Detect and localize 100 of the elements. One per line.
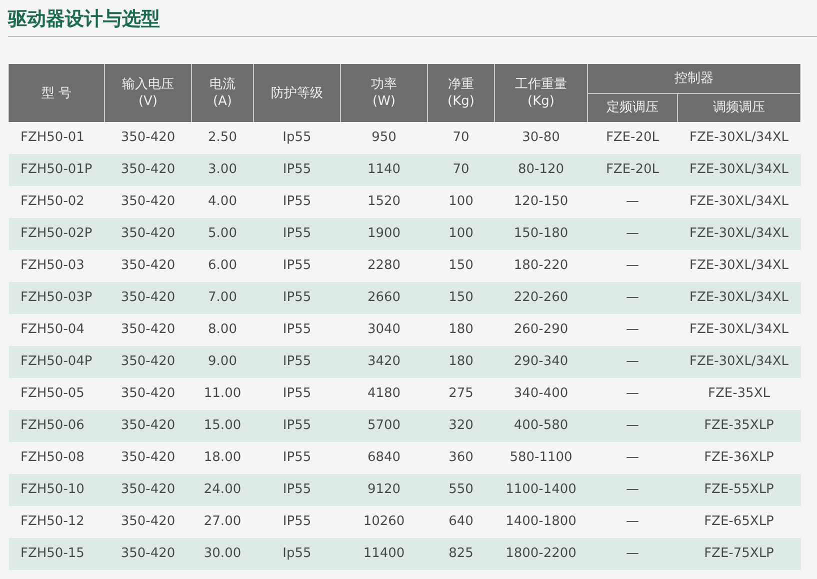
table-cell: — bbox=[588, 282, 678, 314]
table-cell: 150 bbox=[428, 282, 494, 314]
table-cell: FZE-75XLP bbox=[678, 538, 800, 570]
table-cell: 350-420 bbox=[104, 218, 192, 250]
table-cell: — bbox=[588, 250, 678, 282]
table-cell: — bbox=[588, 186, 678, 218]
table-cell: 8.00 bbox=[192, 314, 254, 346]
table-cell: FZH50-05 bbox=[8, 378, 104, 410]
table-cell: FZH50-01P bbox=[8, 154, 104, 186]
table-cell: FZH50-15 bbox=[8, 538, 104, 570]
table-cell: 18.00 bbox=[192, 442, 254, 474]
table-cell: 30-80 bbox=[494, 122, 588, 154]
table-cell: — bbox=[588, 378, 678, 410]
table-cell: 2280 bbox=[340, 250, 428, 282]
table-cell: IP55 bbox=[254, 250, 340, 282]
table-cell: 24.00 bbox=[192, 474, 254, 506]
table-cell: IP55 bbox=[254, 218, 340, 250]
table-cell: 180 bbox=[428, 314, 494, 346]
table-cell: 30.00 bbox=[192, 538, 254, 570]
table-cell: 350-420 bbox=[104, 186, 192, 218]
table-cell: FZE-30XL/34XL bbox=[678, 250, 800, 282]
header-cell: 功率 (W) bbox=[340, 64, 428, 122]
table-cell: — bbox=[588, 506, 678, 538]
page-title: 驱动器设计与选型 bbox=[8, 8, 160, 30]
table-cell: 70 bbox=[428, 122, 494, 154]
header-cell: 电流 (A) bbox=[192, 64, 254, 122]
table-cell: IP55 bbox=[254, 442, 340, 474]
table-cell: 150-180 bbox=[494, 218, 588, 250]
table-cell: 6.00 bbox=[192, 250, 254, 282]
header-cell: 净重 (Kg) bbox=[428, 64, 494, 122]
table-cell: FZH50-01 bbox=[8, 122, 104, 154]
table-cell: 825 bbox=[428, 538, 494, 570]
table-cell: 350-420 bbox=[104, 474, 192, 506]
table-cell: 275 bbox=[428, 378, 494, 410]
table-cell: 150 bbox=[428, 250, 494, 282]
table-cell: 260-290 bbox=[494, 314, 588, 346]
table-cell: 350-420 bbox=[104, 282, 192, 314]
table-cell: IP55 bbox=[254, 282, 340, 314]
table-cell: FZE-65XLP bbox=[678, 506, 800, 538]
table-cell: 5700 bbox=[340, 410, 428, 442]
table-cell: — bbox=[588, 314, 678, 346]
table-cell: 1800-2200 bbox=[494, 538, 588, 570]
table-cell: 550 bbox=[428, 474, 494, 506]
table-cell: 80-120 bbox=[494, 154, 588, 186]
table-cell: FZE-30XL/34XL bbox=[678, 282, 800, 314]
table-cell: 350-420 bbox=[104, 410, 192, 442]
table-cell: FZH50-02 bbox=[8, 186, 104, 218]
table-cell: 1900 bbox=[340, 218, 428, 250]
table-cell: 350-420 bbox=[104, 314, 192, 346]
table-cell: IP55 bbox=[254, 154, 340, 186]
table-cell: IP55 bbox=[254, 346, 340, 378]
table-cell: 9.00 bbox=[192, 346, 254, 378]
table-cell: 1100-1400 bbox=[494, 474, 588, 506]
table-cell: 120-150 bbox=[494, 186, 588, 218]
table-cell: 340-400 bbox=[494, 378, 588, 410]
table-cell: 2.50 bbox=[192, 122, 254, 154]
table-cell: FZE-30XL/34XL bbox=[678, 154, 800, 186]
table-cell: FZE-36XLP bbox=[678, 442, 800, 474]
table-cell: — bbox=[588, 410, 678, 442]
table-cell: 180-220 bbox=[494, 250, 588, 282]
header-cell: 工作重量 (Kg) bbox=[494, 64, 588, 122]
table-cell: IP55 bbox=[254, 506, 340, 538]
table-cell: 1400-1800 bbox=[494, 506, 588, 538]
table-cell: 350-420 bbox=[104, 250, 192, 282]
table-cell: FZH50-10 bbox=[8, 474, 104, 506]
table-cell: 1140 bbox=[340, 154, 428, 186]
table-cell: IP55 bbox=[254, 314, 340, 346]
table-cell: FZE-55XLP bbox=[678, 474, 800, 506]
table-cell: 9120 bbox=[340, 474, 428, 506]
table-cell: IP55 bbox=[254, 186, 340, 218]
table-cell: FZE-20L bbox=[588, 154, 678, 186]
table-cell: FZE-35XL bbox=[678, 378, 800, 410]
table-cell: FZE-20L bbox=[588, 122, 678, 154]
table-cell: 350-420 bbox=[104, 346, 192, 378]
table-cell: 6840 bbox=[340, 442, 428, 474]
table-cell: 27.00 bbox=[192, 506, 254, 538]
table-cell: 220-260 bbox=[494, 282, 588, 314]
header-cell: 定频调压 bbox=[588, 93, 678, 122]
table-cell: FZH50-08 bbox=[8, 442, 104, 474]
table-cell: FZH50-06 bbox=[8, 410, 104, 442]
table-cell: 3.00 bbox=[192, 154, 254, 186]
table-cell: 3040 bbox=[340, 314, 428, 346]
table-cell: 350-420 bbox=[104, 122, 192, 154]
table-cell: IP55 bbox=[254, 474, 340, 506]
table-cell: IP55 bbox=[254, 410, 340, 442]
table-cell: FZE-30XL/34XL bbox=[678, 122, 800, 154]
table-cell: 580-1100 bbox=[494, 442, 588, 474]
table-cell: FZH50-04P bbox=[8, 346, 104, 378]
table-cell: 7.00 bbox=[192, 282, 254, 314]
table-cell: 350-420 bbox=[104, 378, 192, 410]
table-cell: 950 bbox=[340, 122, 428, 154]
table-cell: 15.00 bbox=[192, 410, 254, 442]
header-cell: 调频调压 bbox=[678, 93, 800, 122]
table-cell: FZH50-04 bbox=[8, 314, 104, 346]
table-cell: 350-420 bbox=[104, 506, 192, 538]
table-cell: FZE-30XL/34XL bbox=[678, 218, 800, 250]
table-cell: FZE-35XLP bbox=[678, 410, 800, 442]
table-cell: FZE-30XL/34XL bbox=[678, 314, 800, 346]
table-cell: 360 bbox=[428, 442, 494, 474]
table-cell: 180 bbox=[428, 346, 494, 378]
